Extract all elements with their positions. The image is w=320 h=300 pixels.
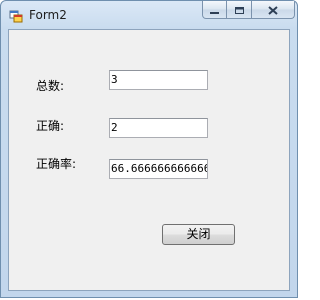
form2-window: Form2 总数: 3 正确: 2 正确率: 66.6666666666667 … bbox=[0, 0, 298, 298]
correct-label: 正确: bbox=[36, 119, 65, 133]
total-label: 总数: bbox=[36, 79, 65, 93]
close-window-button[interactable] bbox=[252, 1, 295, 19]
total-input[interactable]: 3 bbox=[109, 70, 208, 90]
correct-input[interactable]: 2 bbox=[109, 118, 208, 138]
minimize-icon bbox=[209, 0, 220, 19]
form-app-icon[interactable] bbox=[9, 8, 23, 23]
maximize-icon bbox=[234, 0, 245, 19]
client-area: 总数: 3 正确: 2 正确率: 66.6666666666667 关闭 bbox=[8, 29, 290, 291]
close-icon bbox=[268, 0, 278, 19]
caption-buttons bbox=[202, 1, 295, 20]
rate-label: 正确率: bbox=[36, 157, 77, 171]
close-button[interactable]: 关闭 bbox=[162, 224, 235, 245]
title-bar[interactable]: Form2 bbox=[1, 1, 299, 28]
minimize-button[interactable] bbox=[202, 1, 227, 19]
maximize-button[interactable] bbox=[227, 1, 252, 19]
window-title: Form2 bbox=[29, 8, 67, 22]
rate-input[interactable]: 66.6666666666667 bbox=[109, 159, 208, 179]
